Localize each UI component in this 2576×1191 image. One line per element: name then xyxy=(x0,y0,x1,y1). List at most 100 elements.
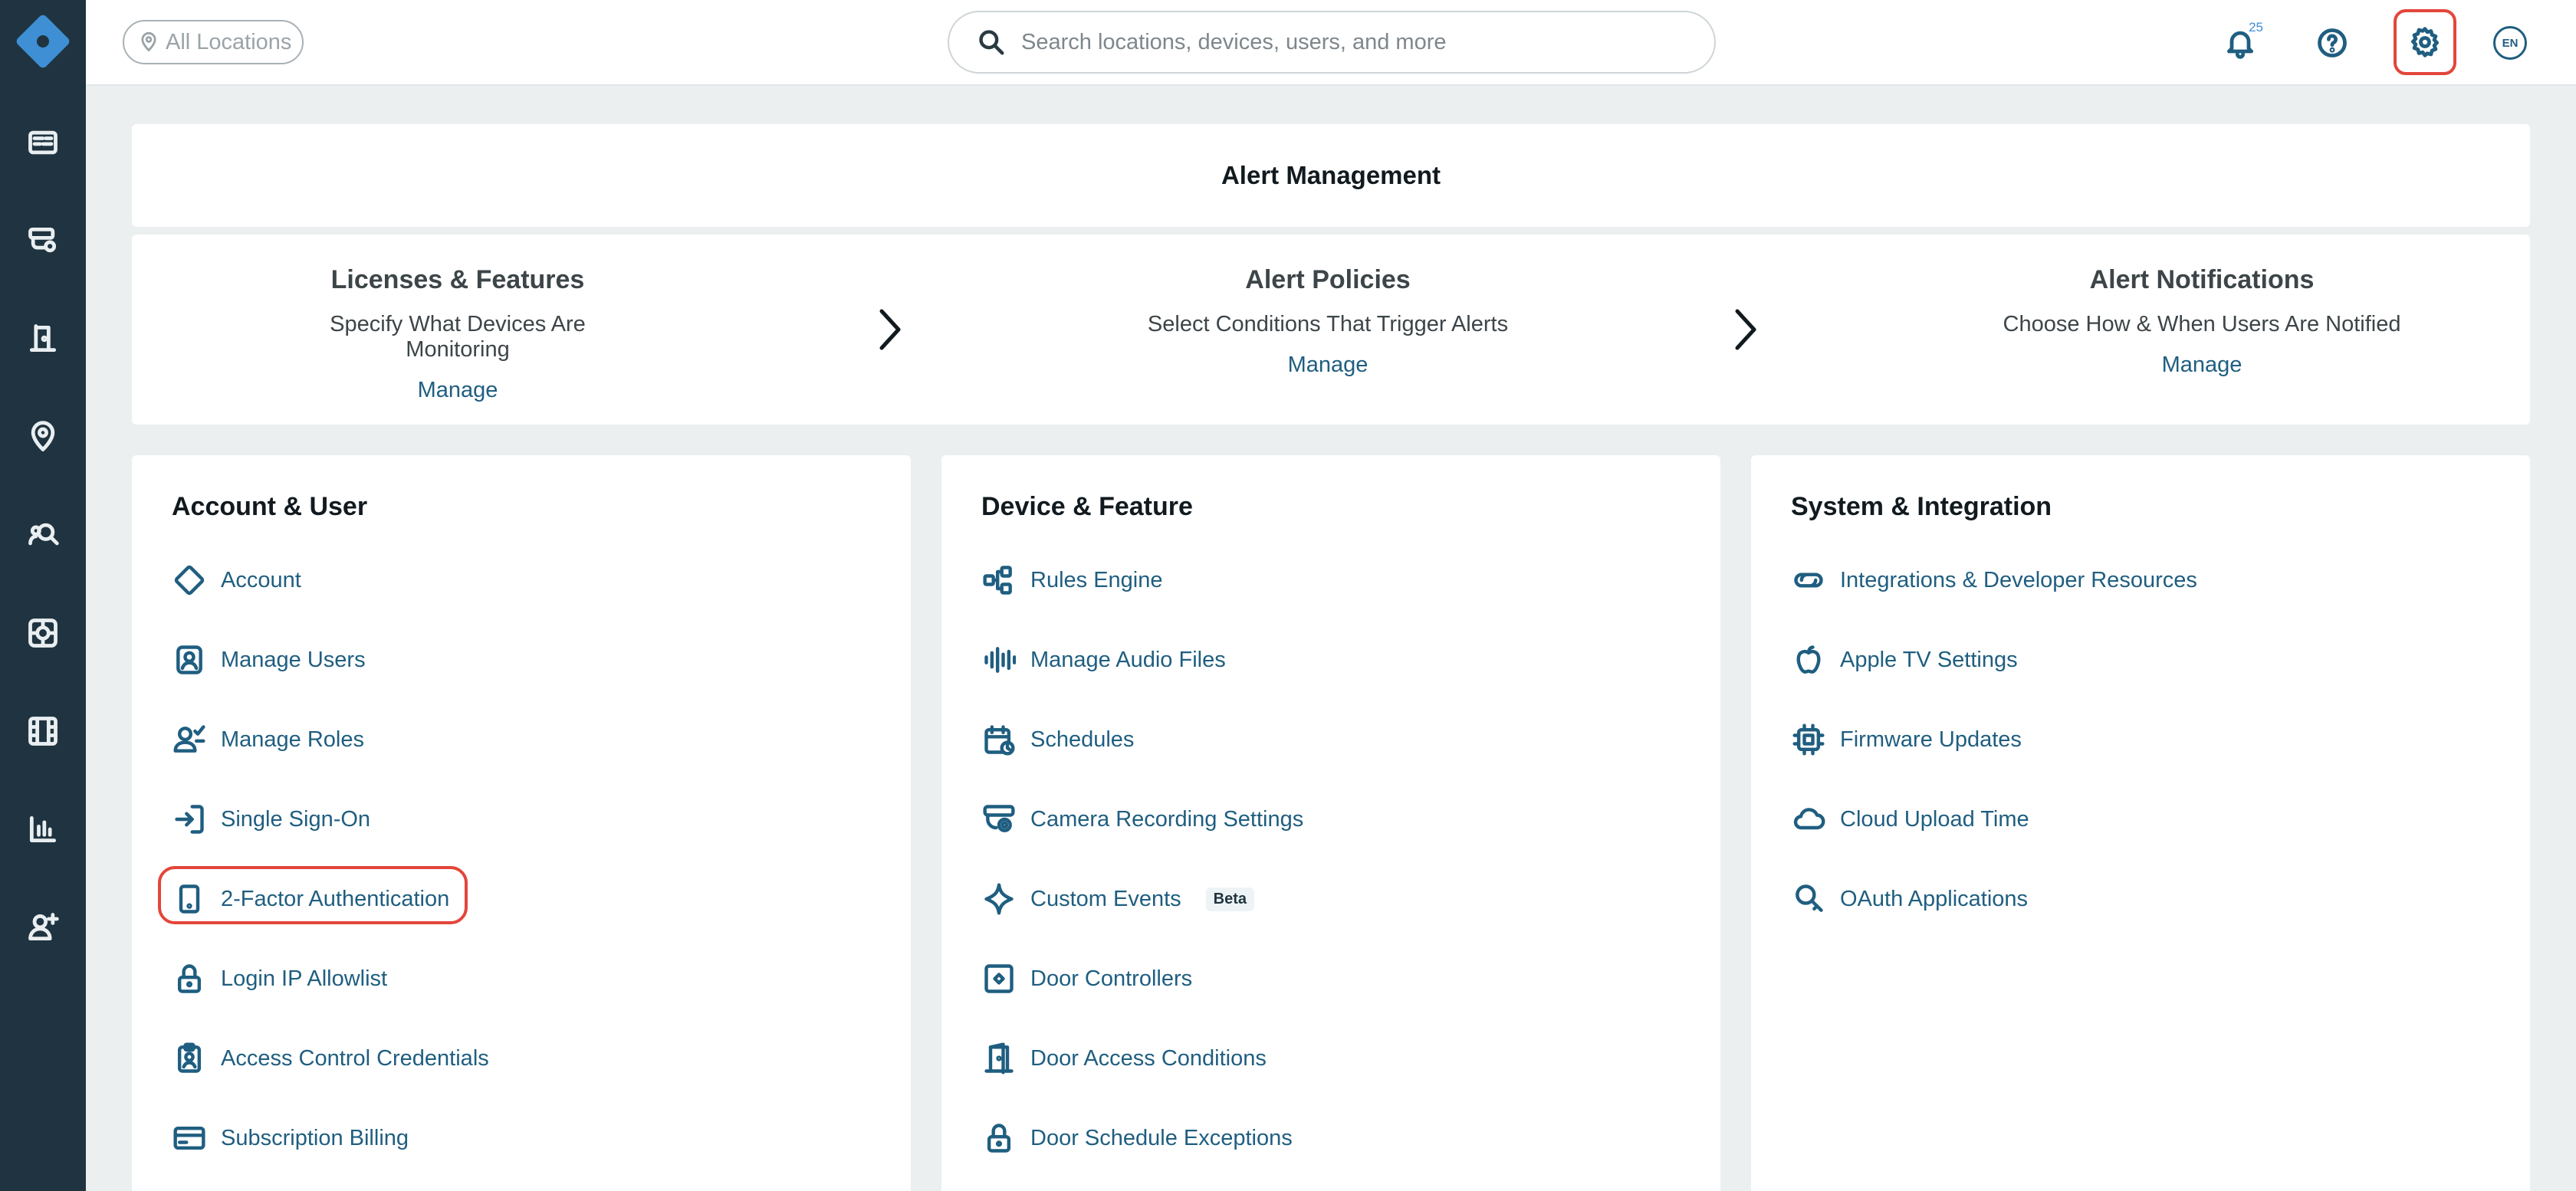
step-subtitle: Specify What Devices Are Monitoring xyxy=(330,312,586,362)
dashboard-icon[interactable] xyxy=(18,118,67,167)
login-ip-allowlist-link[interactable]: Login IP Allowlist xyxy=(172,964,489,1047)
help-button[interactable] xyxy=(2306,17,2358,69)
notifications-button[interactable]: 25 xyxy=(2214,17,2266,69)
custom-events-link[interactable]: Custom Events Beta xyxy=(981,883,1303,967)
step-subtitle: Select Conditions That Trigger Alerts xyxy=(1147,312,1509,336)
link-label: Manage Users xyxy=(221,648,366,672)
search-bar[interactable] xyxy=(948,11,1716,74)
manage-audio-files-link[interactable]: Manage Audio Files xyxy=(981,647,1303,728)
step-licenses-features: Licenses & Features Specify What Devices… xyxy=(285,265,630,403)
logo[interactable] xyxy=(14,12,72,71)
alarm-icon[interactable] xyxy=(18,609,67,658)
link-label: Door Access Conditions xyxy=(1030,1046,1267,1071)
sparkle-icon xyxy=(981,881,1017,917)
alert-management-steps: Licenses & Features Specify What Devices… xyxy=(132,235,2530,425)
access-icon[interactable] xyxy=(18,314,67,363)
link-label: Single Sign-On xyxy=(221,807,371,832)
step-title: Alert Notifications xyxy=(2089,265,2315,294)
link-label: Subscription Billing xyxy=(221,1126,409,1150)
link-label: Manage Roles xyxy=(221,727,364,752)
rules-engine-link[interactable]: Rules Engine xyxy=(981,566,1303,648)
page-title: Alert Management xyxy=(1221,161,1441,189)
link-label: Apple TV Settings xyxy=(1840,648,2018,672)
device-feature-section: Device & Feature Rules Engine Manage Aud… xyxy=(941,455,1720,1191)
cloud-icon xyxy=(1791,802,1826,837)
link-icon xyxy=(1791,563,1826,598)
subscription-billing-link[interactable]: Subscription Billing xyxy=(172,1126,489,1191)
audio-wave-icon xyxy=(981,642,1017,678)
camera-gear-icon xyxy=(981,802,1017,837)
flow-icon xyxy=(981,563,1017,598)
link-label: Cloud Upload Time xyxy=(1840,807,2029,832)
oauth-applications-link[interactable]: OAuth Applications xyxy=(1791,884,2197,967)
step-title: Licenses & Features xyxy=(330,265,585,294)
search-icon xyxy=(979,30,1004,55)
add-user-icon[interactable] xyxy=(18,903,67,952)
link-label: Integrations & Developer Resources xyxy=(1840,568,2197,592)
help-icon xyxy=(2318,28,2347,57)
lock-icon xyxy=(172,961,207,996)
sidebar xyxy=(0,0,86,1191)
film-icon[interactable] xyxy=(18,707,67,756)
link-label: Manage Audio Files xyxy=(1030,648,1226,672)
account-user-section: Account & User Account Manage Users Mana… xyxy=(132,455,911,1191)
chip-icon xyxy=(1791,722,1826,757)
step-alert-notifications: Alert Notifications Choose How & When Us… xyxy=(1987,265,2417,378)
manage-users-link[interactable]: Manage Users xyxy=(172,645,489,728)
people-search-icon[interactable] xyxy=(18,510,67,559)
language-button[interactable]: EN xyxy=(2484,17,2536,69)
section-title: Device & Feature xyxy=(981,492,1193,521)
link-label: Firmware Updates xyxy=(1840,727,2022,752)
firmware-updates-link[interactable]: Firmware Updates xyxy=(1791,723,2197,808)
link-label: Rules Engine xyxy=(1030,568,1163,592)
notification-count: 25 xyxy=(2249,20,2263,34)
settings-button[interactable] xyxy=(2394,9,2456,75)
link-label: OAuth Applications xyxy=(1840,887,2029,911)
step-alert-policies: Alert Policies Select Conditions That Tr… xyxy=(1144,265,1512,378)
apple-tv-settings-link[interactable]: Apple TV Settings xyxy=(1791,645,2197,728)
user-check-icon xyxy=(172,722,207,757)
link-label: Custom Events xyxy=(1030,887,1181,911)
beta-badge: Beta xyxy=(1205,888,1254,911)
calendar-clock-icon xyxy=(981,722,1017,757)
language-label: EN xyxy=(2493,26,2527,60)
door-controller-icon xyxy=(981,961,1017,996)
apple-icon xyxy=(1791,642,1826,678)
search-input[interactable] xyxy=(1021,29,1696,55)
cloud-upload-time-link[interactable]: Cloud Upload Time xyxy=(1791,808,2197,888)
link-label: Door Controllers xyxy=(1030,966,1193,991)
key-icon xyxy=(1791,881,1826,917)
analytics-icon[interactable] xyxy=(18,805,67,854)
link-label: Account xyxy=(221,568,301,592)
devices-icon[interactable] xyxy=(18,216,67,265)
camera-recording-settings-link[interactable]: Camera Recording Settings xyxy=(981,805,1303,888)
system-integration-section: System & Integration Integrations & Deve… xyxy=(1751,455,2530,1191)
door-access-conditions-link[interactable]: Door Access Conditions xyxy=(981,1042,1303,1127)
step-title: Alert Policies xyxy=(1245,265,1411,294)
top-bar: All Locations 25 EN xyxy=(86,0,2576,86)
link-label: Schedules xyxy=(1030,727,1135,752)
manage-licenses-link[interactable]: Manage xyxy=(285,378,630,403)
schedules-link[interactable]: Schedules xyxy=(981,725,1303,808)
gear-icon xyxy=(2411,27,2439,57)
section-title: System & Integration xyxy=(1791,492,2052,521)
manage-roles-link[interactable]: Manage Roles xyxy=(172,725,489,808)
access-control-credentials-link[interactable]: Access Control Credentials xyxy=(172,1042,489,1127)
user-card-icon xyxy=(172,642,207,678)
door-schedule-exceptions-link[interactable]: Door Schedule Exceptions xyxy=(981,1124,1303,1191)
location-pin-icon[interactable] xyxy=(18,412,67,461)
door-icon xyxy=(981,1041,1017,1076)
sign-in-icon xyxy=(172,802,207,837)
location-filter[interactable]: All Locations xyxy=(123,20,304,64)
account-link[interactable]: Account xyxy=(172,565,489,648)
chevron-right-icon xyxy=(874,305,905,354)
door-controllers-link[interactable]: Door Controllers xyxy=(981,964,1303,1047)
two-factor-auth-link[interactable]: 2-Factor Authentication xyxy=(158,866,489,967)
lock-icon xyxy=(981,1120,1017,1156)
chevron-right-icon xyxy=(1730,305,1760,354)
diamond-icon xyxy=(172,563,207,598)
step-subtitle: Choose How & When Users Are Notified xyxy=(2003,312,2401,336)
manage-policies-link[interactable]: Manage xyxy=(1144,353,1512,378)
integrations-link[interactable]: Integrations & Developer Resources xyxy=(1791,569,2197,648)
manage-notifications-link[interactable]: Manage xyxy=(1987,353,2417,378)
